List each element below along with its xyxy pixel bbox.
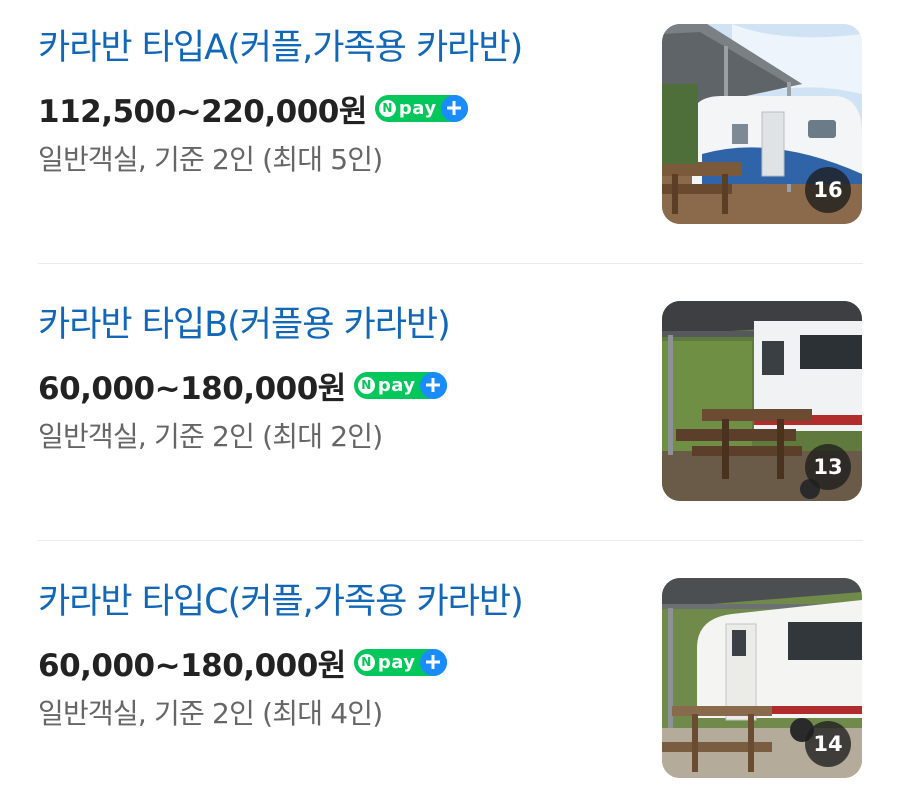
room-list: 카라반 타입A(커플,가족용 카라반) 112,500~220,000원 N p…	[0, 0, 900, 806]
room-info: 일반객실, 기준 2인 (최대 5인)	[38, 143, 383, 176]
naver-pay-icon: N pay	[353, 371, 447, 399]
photo-count-badge: 16	[805, 167, 851, 213]
price-row: 112,500~220,000원 N pay	[38, 88, 468, 130]
room-info: 일반객실, 기준 2인 (최대 4인)	[38, 697, 383, 730]
plus-icon	[419, 371, 447, 399]
photo-count-badge: 13	[805, 444, 851, 490]
room-photo[interactable]: 16	[662, 24, 862, 224]
room-price: 60,000~180,000원	[38, 647, 346, 684]
photo-count-badge: 14	[805, 721, 851, 767]
room-item-a[interactable]: 카라반 타입A(커플,가족용 카라반) 112,500~220,000원 N p…	[0, 24, 900, 224]
npay-label: pay	[377, 651, 416, 673]
npay-label: pay	[398, 97, 437, 119]
price-row: 60,000~180,000원 N pay	[38, 365, 447, 407]
naver-n-icon: N	[357, 653, 375, 671]
room-title[interactable]: 카라반 타입C(커플,가족용 카라반)	[38, 580, 524, 624]
naver-n-icon: N	[378, 99, 396, 117]
room-title[interactable]: 카라반 타입A(커플,가족용 카라반)	[38, 26, 523, 70]
room-info: 일반객실, 기준 2인 (최대 2인)	[38, 420, 383, 453]
room-photo[interactable]: 13	[662, 301, 862, 501]
plus-icon	[419, 648, 447, 676]
room-photo[interactable]: 14	[662, 578, 862, 778]
room-title[interactable]: 카라반 타입B(커플용 카라반)	[38, 303, 451, 347]
price-row: 60,000~180,000원 N pay	[38, 642, 447, 684]
room-price: 60,000~180,000원	[38, 370, 346, 407]
plus-icon	[440, 94, 468, 122]
naver-pay-icon: N pay	[374, 94, 468, 122]
room-price: 112,500~220,000원	[38, 93, 367, 130]
room-item-b[interactable]: 카라반 타입B(커플용 카라반) 60,000~180,000원 N pay 일…	[0, 301, 900, 501]
naver-n-icon: N	[357, 376, 375, 394]
naver-pay-icon: N pay	[353, 648, 447, 676]
room-item-c[interactable]: 카라반 타입C(커플,가족용 카라반) 60,000~180,000원 N pa…	[0, 578, 900, 778]
divider	[38, 263, 863, 264]
npay-label: pay	[377, 374, 416, 396]
divider	[38, 540, 863, 541]
